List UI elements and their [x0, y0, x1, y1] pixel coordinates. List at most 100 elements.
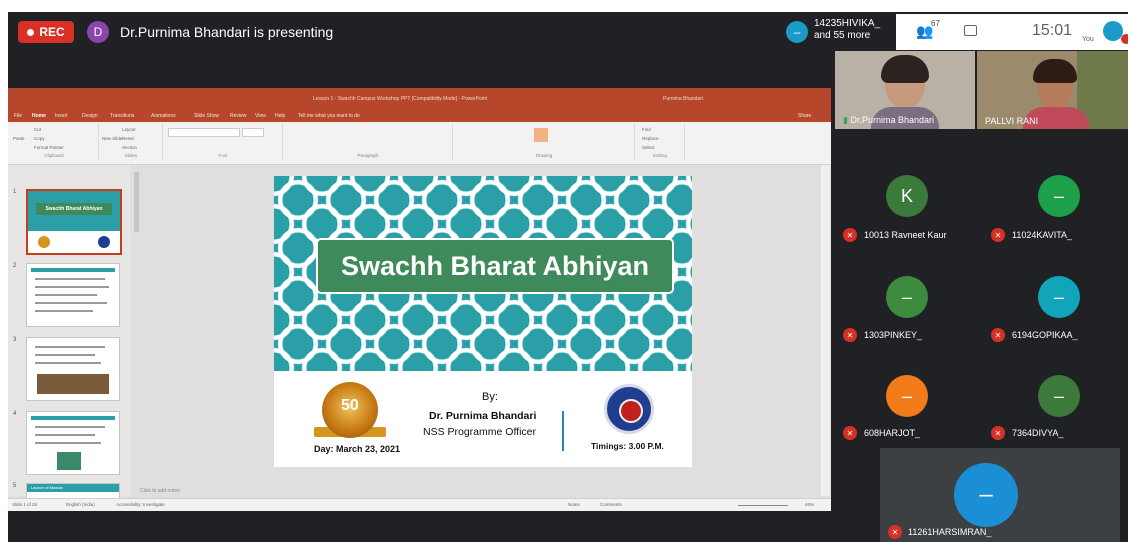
status-language[interactable]: English (India): [66, 502, 95, 507]
video-tile-presenter[interactable]: ▮ Dr.Purnima Bhandari: [835, 51, 975, 129]
editor-scrollbar[interactable]: [821, 165, 830, 496]
participant-count: 67: [931, 19, 940, 28]
tab-insert[interactable]: Insert: [55, 113, 68, 119]
slide-number: 2: [13, 263, 17, 269]
slide-timings: Timings: 3.00 P.M.: [591, 441, 664, 451]
record-dot-icon: [27, 28, 35, 36]
format-painter-button[interactable]: Format Painter: [34, 145, 64, 150]
slide-number: 3: [13, 337, 17, 343]
video-tile-bottom[interactable]: – ✕ 11261HARSIMRAN_: [880, 448, 1120, 542]
participant-name: 1303PINKEY_: [864, 330, 923, 340]
tell-me-box[interactable]: Tell me what you want to do: [298, 113, 360, 119]
participant-avatar[interactable]: –: [1038, 276, 1080, 318]
participant-avatar[interactable]: –: [886, 276, 928, 318]
layout-button[interactable]: Layout: [122, 127, 136, 132]
slide-thumbnail-3[interactable]: [26, 337, 120, 401]
ribbon-label-editing: Editing: [653, 153, 667, 158]
reset-button[interactable]: Reset: [122, 136, 134, 141]
participant-summary[interactable]: 14235HIVIKA_ and 55 more: [814, 18, 880, 42]
ribbon: Cut Copy Format Painter Paste Clipboard …: [8, 122, 831, 165]
chat-icon[interactable]: [964, 25, 977, 36]
participant-avatar[interactable]: –: [1038, 375, 1080, 417]
video-tile-participant[interactable]: PALLVI RANI: [977, 51, 1128, 129]
participant-name: 6194GOPIKAA_: [1012, 330, 1078, 340]
recording-indicator: REC: [18, 21, 74, 43]
status-accessibility[interactable]: Accessibility: Investigate: [116, 502, 165, 507]
slide-thumbnail-2[interactable]: [26, 263, 120, 327]
presenter-avatar: D: [87, 21, 109, 43]
zoom-level[interactable]: 46%: [805, 502, 814, 507]
tab-file[interactable]: File: [14, 113, 22, 119]
participant-avatar[interactable]: –: [886, 375, 928, 417]
slide-thumbnail-pane: 1 Swachh Bharat Abhiyan 2 3 4 5 Launch o…: [8, 165, 130, 501]
self-avatar[interactable]: [1103, 21, 1123, 41]
ribbon-tabs: File Home Insert Design Transitions Anim…: [8, 110, 831, 122]
zoom-slider[interactable]: [738, 505, 788, 506]
tile-name: ▮ Dr.Purnima Bhandari: [843, 115, 934, 125]
mic-off-icon: ✕: [991, 426, 1005, 440]
hair: [881, 55, 929, 83]
slide-number: 5: [13, 483, 17, 489]
participant-name: 11261HARSIMRAN_: [908, 527, 992, 537]
thumbnail-scrollbar[interactable]: [134, 172, 139, 232]
notes-button[interactable]: Notes: [568, 502, 580, 507]
slide-thumbnail-1[interactable]: Swachh Bharat Abhiyan: [26, 189, 122, 255]
tab-design[interactable]: Design: [82, 113, 98, 119]
slide-role: NSS Programme Officer: [423, 426, 537, 438]
presenting-status: Dr.Purnima Bhandari is presenting: [120, 24, 334, 40]
badge-text: 50: [341, 397, 359, 414]
participant-name-line: 14235HIVIKA_: [814, 18, 881, 29]
meeting-controls: 👥 67 15:01 You: [896, 14, 1128, 50]
current-slide[interactable]: Swachh Bharat Abhiyan 50 Day: March 23, …: [274, 176, 692, 467]
status-bar: Slide 1 of 26 English (India) Accessibil…: [8, 498, 831, 511]
slide-presenter: Dr. Purnima Bhandari: [429, 410, 537, 422]
slide-info-section: 50 Day: March 23, 2021 By: Dr. Purnima B…: [274, 371, 692, 467]
ppt-window-title: Lesson 1 - Swachh Campus Workshop PPT [C…: [313, 96, 488, 102]
participant-avatar: –: [954, 463, 1018, 527]
font-size-box[interactable]: [242, 128, 264, 137]
thumb-title: Swachh Bharat Abhiyan: [36, 203, 112, 215]
divider-line: [562, 411, 564, 451]
ribbon-label-clipboard: Clipboard: [44, 153, 64, 158]
participant-name: 10013 Ravneet Kaur: [864, 230, 947, 240]
slide-thumbnail-4[interactable]: [26, 411, 120, 475]
meet-window: REC D Dr.Purnima Bhandari is presenting …: [8, 12, 1128, 542]
ribbon-label-slides: Slides: [124, 153, 138, 158]
replace-button[interactable]: Replace: [642, 136, 659, 141]
screen: REC D Dr.Purnima Bhandari is presenting …: [0, 0, 1131, 542]
slide-number: 1: [13, 189, 17, 195]
ribbon-group-paragraph: Paragraph: [284, 124, 453, 160]
participant-name: 608HARJOT_: [864, 428, 921, 438]
tab-home[interactable]: Home: [32, 113, 46, 119]
comments-button[interactable]: Comments: [600, 502, 622, 507]
tab-slide-show[interactable]: Slide Show: [194, 113, 219, 119]
share-button[interactable]: Share: [798, 113, 811, 119]
mic-off-icon: ✕: [843, 426, 857, 440]
cut-button[interactable]: Cut: [34, 127, 41, 132]
ribbon-group-slides: Layout Reset Section New Slide Slides: [100, 124, 163, 160]
mic-off-icon: [1121, 34, 1128, 44]
ribbon-label-drawing: Drawing: [535, 153, 553, 158]
notes-pane[interactable]: Click to add notes: [140, 488, 822, 496]
paste-button[interactable]: Paste: [13, 136, 25, 141]
select-button[interactable]: Select: [642, 145, 655, 150]
ribbon-group-font: Font: [164, 124, 283, 160]
participant-avatar[interactable]: K: [886, 175, 928, 217]
tab-animations[interactable]: Animations: [151, 113, 176, 119]
tab-review[interactable]: Review: [230, 113, 246, 119]
participant-avatar[interactable]: –: [786, 21, 808, 43]
slide-title-banner: Swachh Bharat Abhiyan: [316, 238, 674, 294]
tab-view[interactable]: View: [255, 113, 266, 119]
copy-button[interactable]: Copy: [34, 136, 45, 141]
notes-placeholder: Click to add notes: [140, 488, 180, 494]
find-button[interactable]: Find: [642, 127, 651, 132]
rec-label: REC: [39, 25, 65, 39]
participant-avatar[interactable]: –: [1038, 175, 1080, 217]
section-button[interactable]: Section: [122, 145, 137, 150]
shape-fill-icon[interactable]: [534, 128, 548, 142]
tab-help[interactable]: Help: [275, 113, 285, 119]
tab-transitions[interactable]: Transitions: [110, 113, 134, 119]
font-name-box[interactable]: [168, 128, 240, 137]
new-slide-button[interactable]: New Slide: [102, 136, 122, 141]
mic-off-icon: ✕: [843, 228, 857, 242]
